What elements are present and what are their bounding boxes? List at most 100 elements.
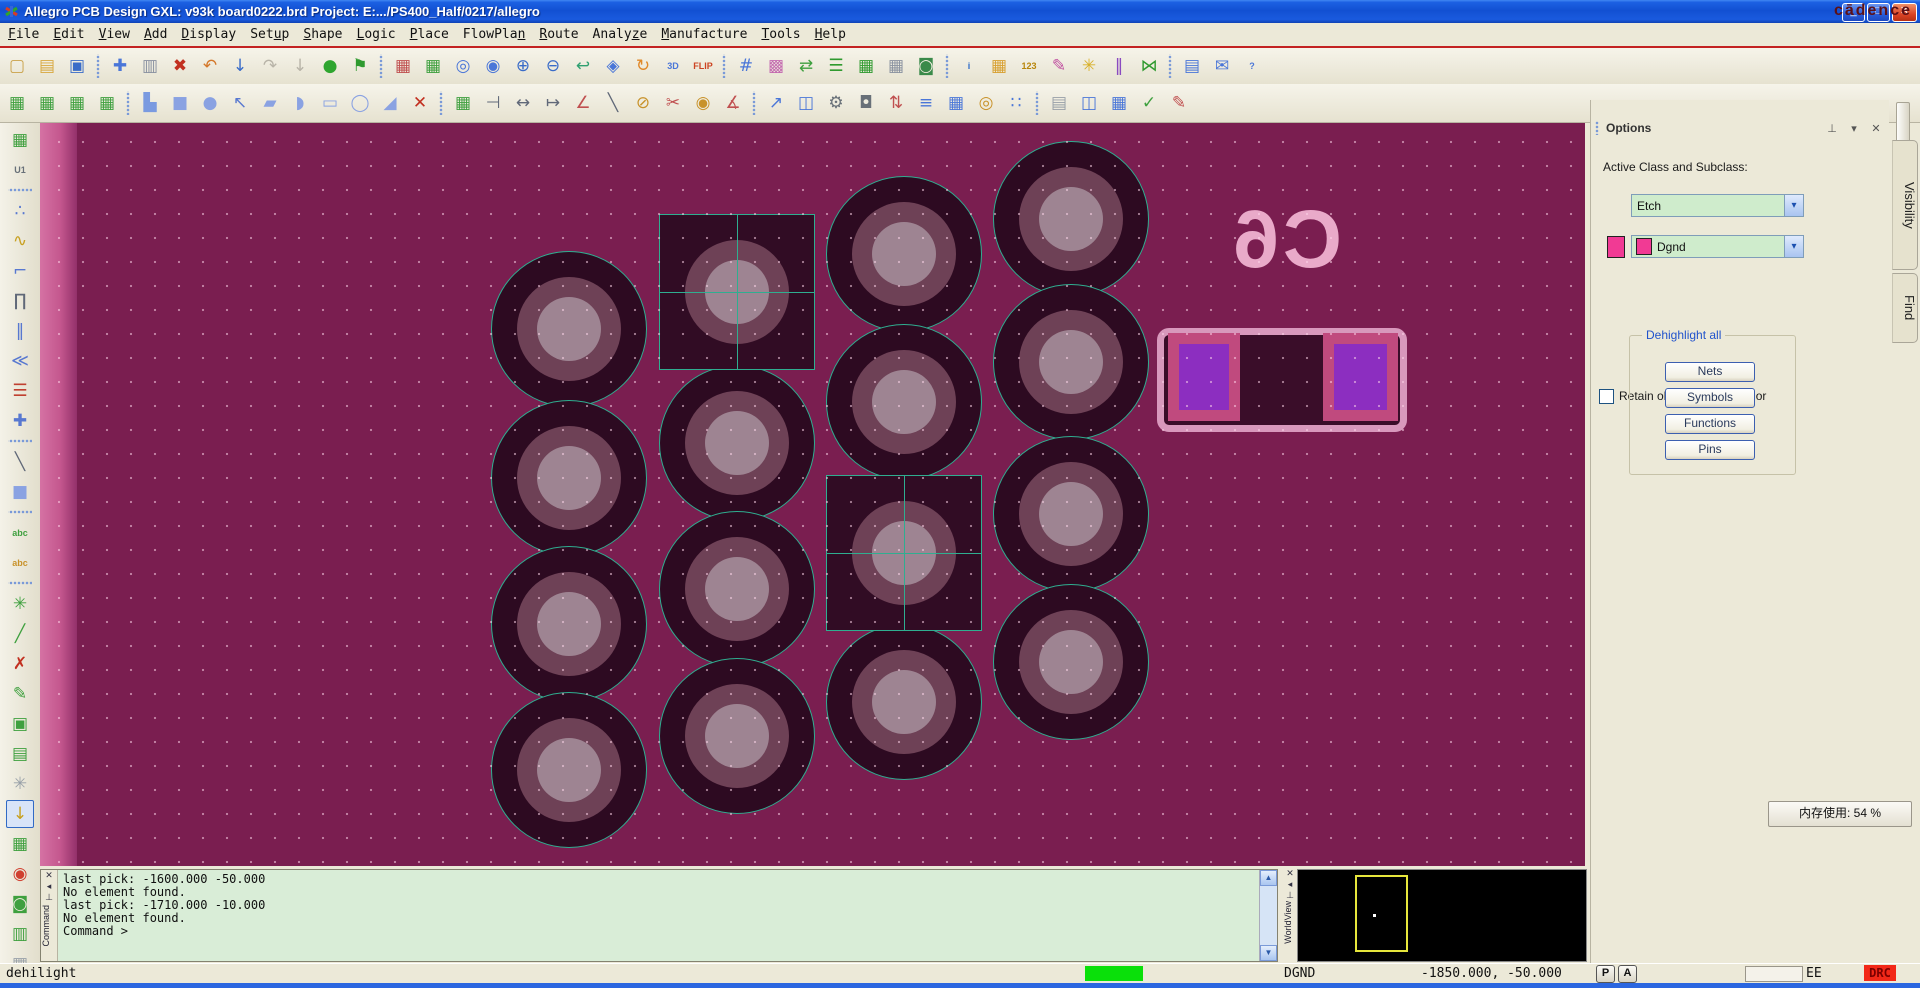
new-drawing-icon[interactable]: ▤ [1045,89,1073,117]
board-route-icon[interactable]: ▦ [33,89,61,117]
ratsnest-report-icon[interactable]: ▤ [6,740,34,768]
color192-icon[interactable]: ▩ [762,52,790,80]
measure-123-icon[interactable]: 123 [1015,52,1043,80]
pad-circle[interactable] [826,324,982,480]
menu-setup[interactable]: Setup [244,25,295,44]
pad-circle[interactable] [993,584,1149,740]
flip-board-icon[interactable]: FLIP [689,52,717,80]
fanout-icon[interactable]: ≪ [6,347,34,375]
dehighlight-pins-button[interactable]: Pins [1665,440,1755,460]
worldview-map[interactable] [1297,869,1587,962]
retain-color-checkbox[interactable] [1599,389,1614,404]
close-icon[interactable]: ✕ [1283,868,1297,879]
shape-ellipse-outline-icon[interactable]: ◯ [346,89,374,117]
dimension-angle-icon[interactable]: ∠ [569,89,597,117]
dfa-table-icon[interactable]: ▦ [882,52,910,80]
angle-measure-icon[interactable]: ∡ [719,89,747,117]
color-brush-icon[interactable]: ✎ [1045,52,1073,80]
library-book-icon[interactable]: ◫ [1075,89,1103,117]
ratsnest-extra-icon[interactable]: ▦ [6,950,34,963]
zoom-box-icon[interactable]: ◉ [479,52,507,80]
fix-wrench-icon[interactable]: ⚙ [822,89,850,117]
ratsnest-edit-icon[interactable]: ✎ [6,680,34,708]
via-array-icon[interactable]: ✚ [6,407,34,435]
menu-add[interactable]: Add [138,25,173,44]
testpoint-icon[interactable]: ◎ [972,89,1000,117]
text-edit-icon[interactable]: abc [6,549,34,577]
pad-circle[interactable] [491,251,647,407]
chevron-down-icon[interactable]: ▾ [1784,195,1803,216]
swap-r1r2-icon[interactable]: ⇅ [882,89,910,117]
pad-circle[interactable] [659,658,815,814]
pad-circle[interactable] [993,141,1149,297]
pin-icon[interactable]: ⚑ [346,52,374,80]
ratsnest-box-icon[interactable]: ▣ [6,710,34,738]
menu-analyze[interactable]: Analyze [587,25,654,44]
pin-icon[interactable]: ⊥ [1283,890,1297,901]
unrats-all-icon[interactable]: ↓ [6,800,34,828]
delete-icon[interactable]: ✖ [166,52,194,80]
shape-slant-icon[interactable]: ◢ [376,89,404,117]
menu-view[interactable]: View [93,25,136,44]
hourglass-status-icon[interactable]: ⋈ [1135,52,1163,80]
dehighlight-nets-button[interactable]: Nets [1665,362,1755,382]
collapse-icon[interactable]: ◂ [41,881,57,892]
ratsnest-gray-icon[interactable]: ✳ [6,770,34,798]
pad-array-icon[interactable]: ∷ [1002,89,1030,117]
copy-icon[interactable]: ▥ [136,52,164,80]
menu-help[interactable]: Help [809,25,852,44]
ratsnest-off-icon[interactable]: ✗ [6,650,34,678]
pick-mode-p-button[interactable]: P [1596,965,1615,983]
panel-drag-handle[interactable] [1595,121,1600,135]
subclass-dropdown[interactable]: Dgnd ▾ [1631,235,1804,258]
class-dropdown[interactable]: Etch ▾ [1631,194,1804,217]
console-output[interactable]: last pick: -1600.000 -50.000 No element f… [63,873,265,938]
pad-square-selected[interactable] [659,214,815,370]
highlight-icon[interactable]: ✳ [1075,52,1103,80]
shape-polygon-icon[interactable]: ▰ [256,89,284,117]
smd-pad-1[interactable] [1168,333,1240,421]
component-u1-icon[interactable]: U1 [6,156,34,184]
menu-shape[interactable]: Shape [297,25,348,44]
smd-pad-2[interactable] [1323,333,1398,421]
circle-tangent-icon[interactable]: ⊘ [629,89,657,117]
add-line-icon[interactable]: ╲ [599,89,627,117]
menu-flowplan[interactable]: FlowPlan [457,25,532,44]
grid-toggle-icon[interactable]: # [732,52,760,80]
property-table-icon[interactable]: ▦ [985,52,1013,80]
menu-tools[interactable]: Tools [755,25,806,44]
pick-mode-a-button[interactable]: A [1618,965,1637,983]
new-file-icon[interactable]: ▢ [3,52,31,80]
shape-circle-filled-icon[interactable]: ● [196,89,224,117]
menu-logic[interactable]: Logic [351,25,402,44]
ratsnest-group-icon[interactable]: ▥ [6,920,34,948]
ratsnest-table-icon[interactable]: ▦ [6,830,34,858]
cross-section-icon[interactable]: ◙ [912,52,940,80]
zoom-previous-icon[interactable]: ↩ [569,52,597,80]
menu-display[interactable]: Display [175,25,242,44]
tab-visibility[interactable]: Visibility [1892,140,1918,270]
silkscreen-refdes[interactable]: C6 [1202,193,1342,287]
menu-manufacture[interactable]: Manufacture [655,25,753,44]
shape-delete-icon[interactable]: ✕ [406,89,434,117]
save-icon[interactable]: ▣ [63,52,91,80]
pad-square-selected[interactable] [826,475,982,631]
zoom-fit-icon[interactable]: ◈ [599,52,627,80]
board-symbol-icon[interactable]: ▦ [63,89,91,117]
worldview-viewport-rect[interactable] [1355,875,1408,952]
pad-circle[interactable] [993,284,1149,440]
ratsnest-probe-icon[interactable]: ◙ [6,890,34,918]
board-export-icon[interactable]: ▦ [6,126,34,154]
zoom-points-icon[interactable]: ◎ [449,52,477,80]
collapse-icon[interactable]: ▾ [1847,122,1861,135]
constraint-manager-icon[interactable]: ▦ [852,52,880,80]
drc-status-button[interactable]: DRC [1864,965,1896,981]
calendar-grid-icon[interactable]: ▦ [1105,89,1133,117]
layers-stack-icon[interactable]: ☰ [822,52,850,80]
zoom-out-icon[interactable]: ⊖ [539,52,567,80]
options-title-bar[interactable]: Options ⊥ ▾ ✕ [1595,118,1883,138]
close-icon[interactable]: ✕ [41,870,57,881]
menu-edit[interactable]: Edit [47,25,90,44]
zoom-in-icon[interactable]: ⊕ [509,52,537,80]
pad-circle[interactable] [491,692,647,848]
